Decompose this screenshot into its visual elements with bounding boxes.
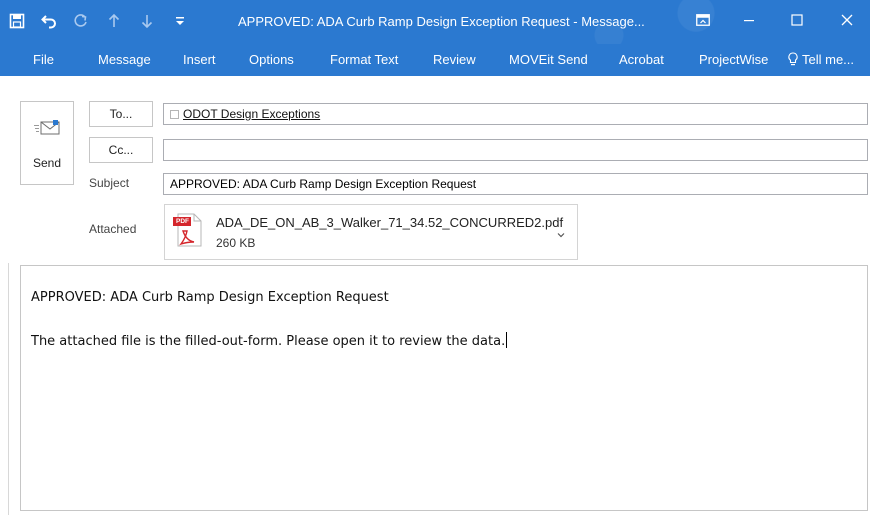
window-title: APPROVED: ADA Curb Ramp Design Exception… [238,14,645,29]
body-line-2-text: The attached file is the filled-out-form… [31,334,506,349]
attached-label: Attached [89,222,137,236]
outlook-message-window: APPROVED: ADA Curb Ramp Design Exception… [0,0,870,515]
attachment-file-name: ADA_DE_ON_AB_3_Walker_71_34.52_CONCURRED… [216,215,564,230]
send-label: Send [32,156,62,170]
recipient-checkbox-icon [170,109,179,119]
recipient-name: ODOT Design Exceptions [183,107,321,121]
lightbulb-icon [788,47,798,79]
up-arrow-icon[interactable] [104,11,124,31]
recipient-chip[interactable]: ODOT Design Exceptions [170,104,320,124]
redo-icon[interactable] [71,11,91,31]
tab-options[interactable]: Options [249,44,294,76]
tell-me-label: Tell me... [802,52,855,67]
close-button[interactable] [824,0,870,44]
to-button[interactable]: To... [89,101,153,127]
subject-label: Subject [89,176,130,190]
ribbon-display-icon [696,13,710,31]
ribbon-display-options-button[interactable] [680,0,726,44]
maximize-icon [791,13,803,31]
attachment-file-size: 260 KB [216,236,256,250]
send-button[interactable]: Send [20,101,74,185]
close-icon [841,13,853,31]
minimize-button[interactable] [726,0,772,44]
undo-icon[interactable] [39,11,59,31]
message-body-editor[interactable]: APPROVED: ADA Curb Ramp Design Exception… [20,265,868,511]
subject-field[interactable]: APPROVED: ADA Curb Ramp Design Exception… [163,173,868,195]
attachment-dropdown-icon[interactable] [557,225,565,243]
maximize-button[interactable] [774,0,820,44]
send-envelope-icon [33,118,63,143]
tab-acrobat[interactable]: Acrobat [619,44,664,76]
text-caret [506,332,508,348]
tab-message[interactable]: Message [98,44,151,76]
to-field[interactable]: ODOT Design Exceptions [163,103,868,125]
tab-file[interactable]: File [33,44,54,76]
tab-review[interactable]: Review [433,44,476,76]
pdf-file-icon: PDF [173,213,203,252]
pdf-badge-label: PDF [176,218,189,225]
attachment-item[interactable]: PDF ADA_DE_ON_AB_3_Walker_71_34.52_CONCU… [164,204,578,260]
ribbon-tab-bar: File Message Insert Options Format Text … [0,44,870,76]
tab-format-text[interactable]: Format Text [330,44,398,76]
tab-insert[interactable]: Insert [183,44,216,76]
body-line-1: APPROVED: ADA Curb Ramp Design Exception… [31,290,389,305]
save-icon[interactable] [7,11,27,31]
customize-qat-icon[interactable] [170,11,190,31]
cc-button[interactable]: Cc... [89,137,153,163]
tab-projectwise[interactable]: ProjectWise [699,44,768,76]
tell-me-box[interactable]: Tell me... [788,44,854,76]
title-bar: APPROVED: ADA Curb Ramp Design Exception… [0,0,870,44]
cc-field[interactable] [163,139,868,161]
down-arrow-icon[interactable] [137,11,157,31]
minimize-icon [743,13,755,31]
body-line-2: The attached file is the filled-out-form… [31,332,508,349]
tab-moveit-send[interactable]: MOVEit Send [509,44,588,76]
